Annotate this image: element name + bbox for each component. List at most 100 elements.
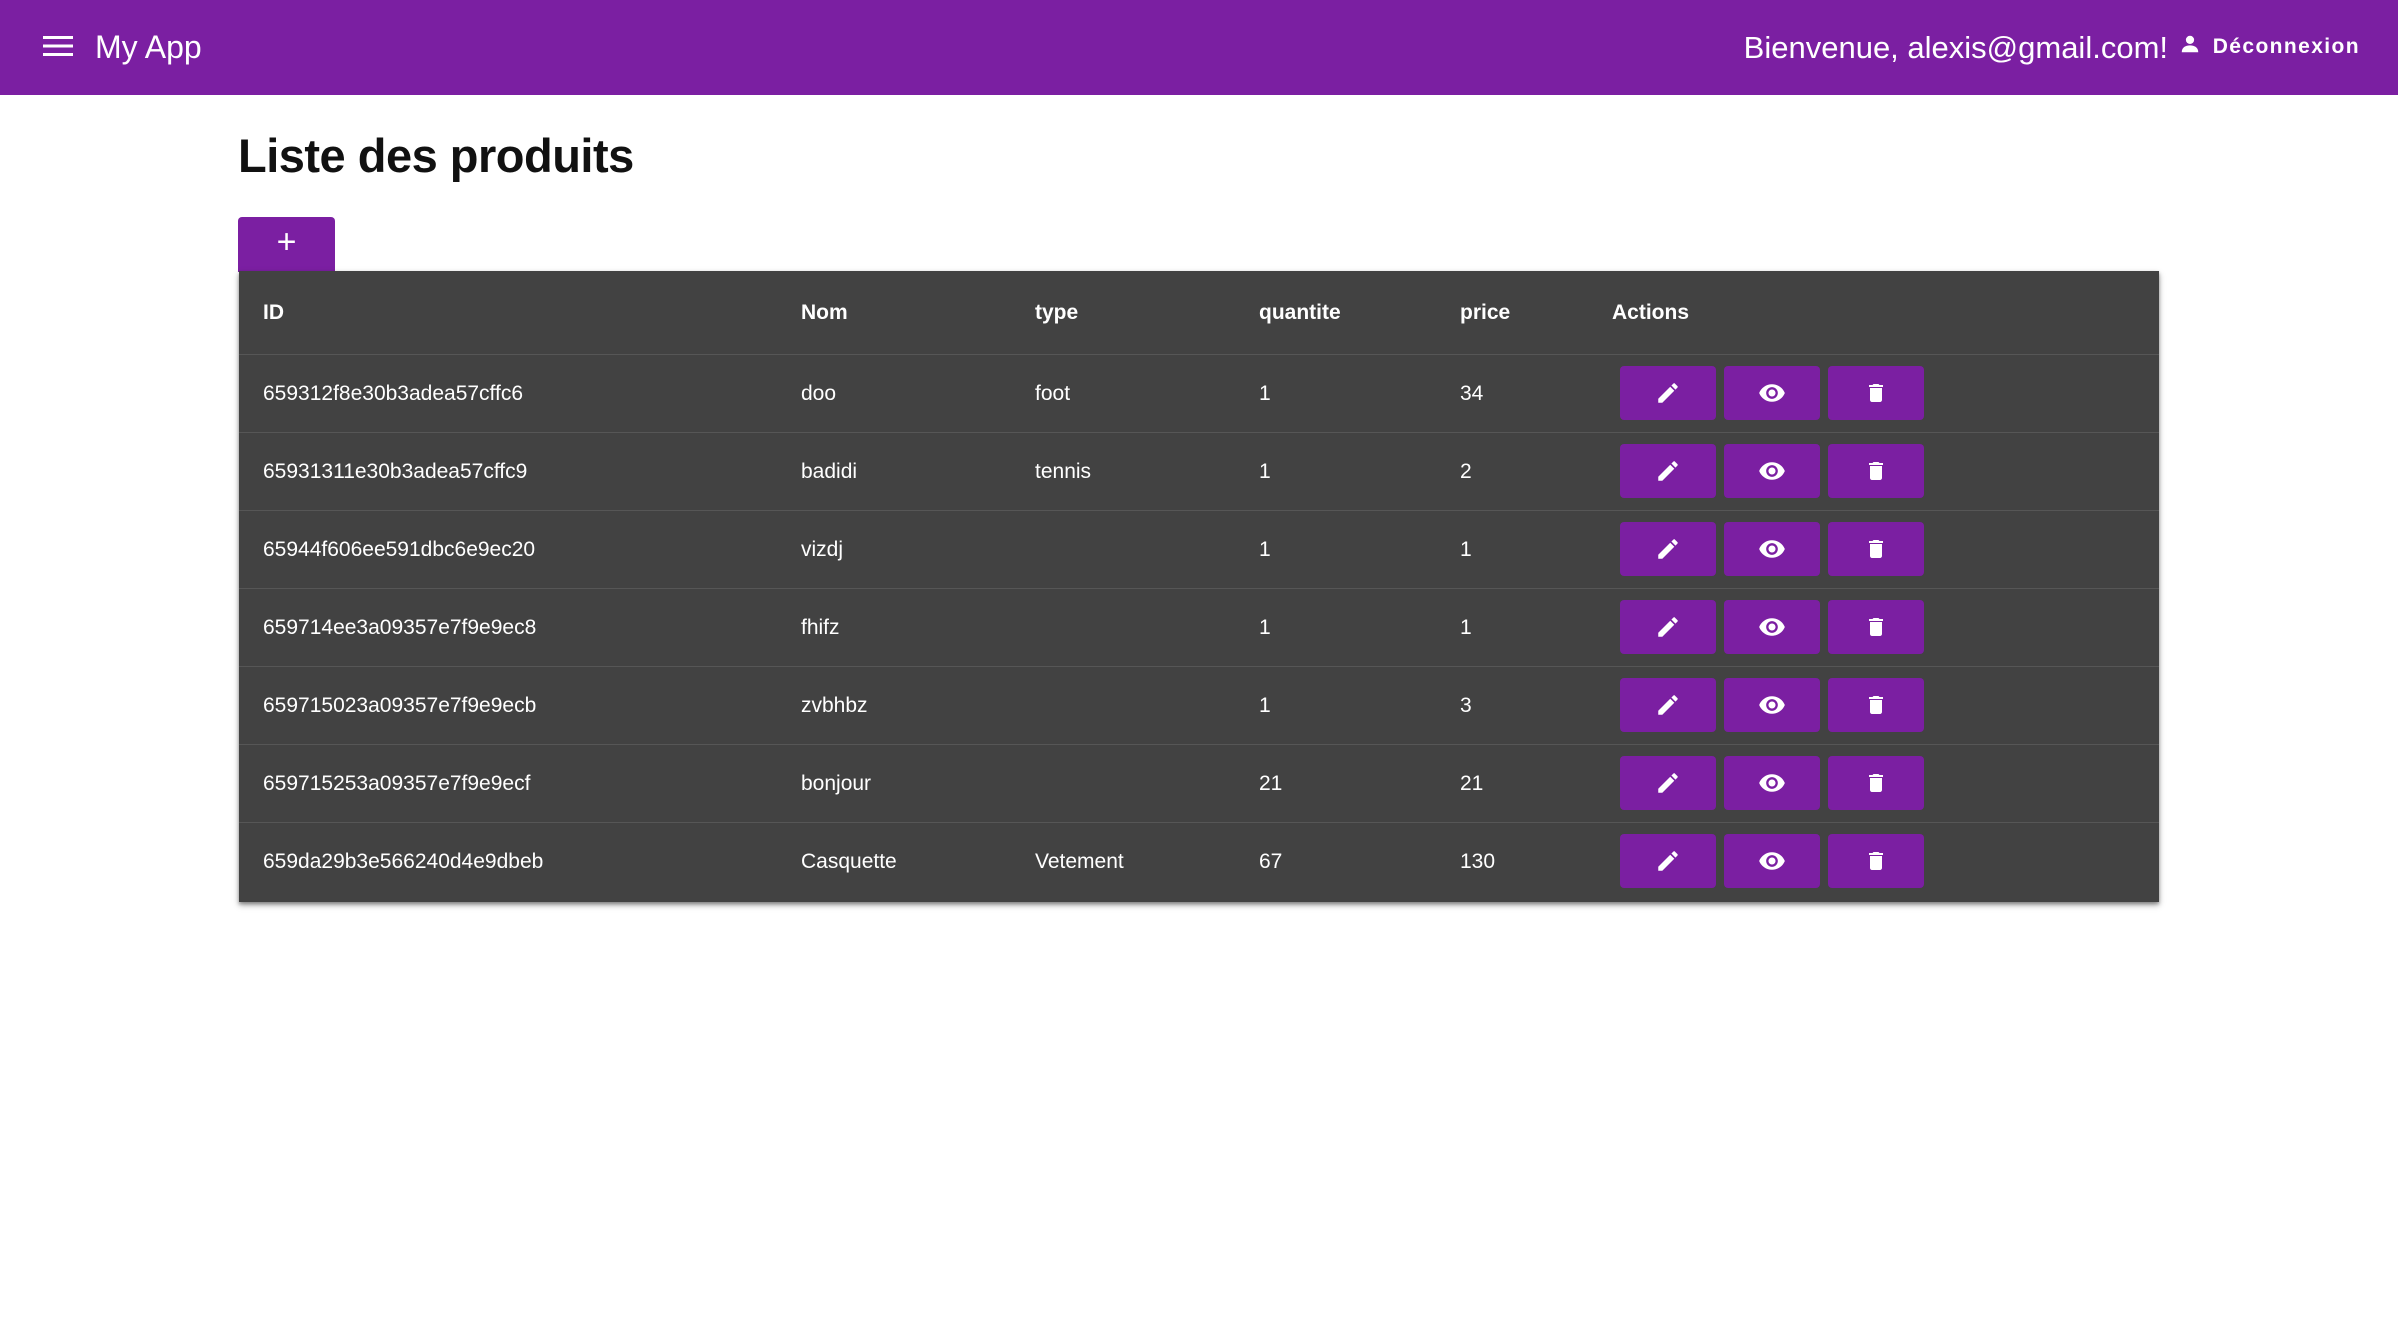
edit-icon bbox=[1655, 536, 1681, 562]
cell-price: 130 bbox=[1460, 850, 1496, 873]
edit-icon bbox=[1655, 614, 1681, 640]
delete-button[interactable] bbox=[1828, 366, 1924, 420]
row-actions bbox=[1620, 444, 1924, 498]
delete-button[interactable] bbox=[1828, 444, 1924, 498]
view-button[interactable] bbox=[1724, 444, 1820, 498]
edit-button[interactable] bbox=[1620, 522, 1716, 576]
app-title: My App bbox=[95, 29, 202, 65]
column-header-type: type bbox=[1035, 300, 1079, 324]
edit-icon bbox=[1655, 380, 1681, 406]
cell-nom: zvbhbz bbox=[801, 693, 868, 717]
cell-quantite: 21 bbox=[1259, 771, 1283, 795]
edit-button[interactable] bbox=[1620, 600, 1716, 654]
person-icon bbox=[2179, 33, 2201, 61]
cell-price: 3 bbox=[1460, 693, 1472, 717]
delete-icon bbox=[1864, 849, 1888, 873]
delete-button[interactable] bbox=[1828, 678, 1924, 732]
cell-price: 1 bbox=[1460, 537, 1472, 561]
cell-quantite: 67 bbox=[1259, 850, 1283, 873]
row-actions bbox=[1620, 522, 1924, 576]
cell-id: 65931311e30b3adea57cffc9 bbox=[263, 459, 528, 483]
cell-price: 2 bbox=[1460, 459, 1472, 483]
delete-button[interactable] bbox=[1828, 600, 1924, 654]
cell-nom: badidi bbox=[801, 459, 858, 483]
cell-id: 659715253a09357e7f9e9ecf bbox=[263, 771, 531, 795]
cell-id: 659715023a09357e7f9e9ecb bbox=[263, 693, 537, 717]
view-button[interactable] bbox=[1724, 834, 1820, 888]
cell-nom: vizdj bbox=[801, 537, 844, 561]
column-header-actions: Actions bbox=[1612, 300, 1690, 324]
view-button[interactable] bbox=[1724, 522, 1820, 576]
edit-button[interactable] bbox=[1620, 756, 1716, 810]
cell-price: 34 bbox=[1460, 381, 1484, 405]
view-button[interactable] bbox=[1724, 756, 1820, 810]
view-icon bbox=[1758, 535, 1786, 563]
table-row: 659715253a09357e7f9e9ecf bonjour 21 21 bbox=[239, 745, 2159, 823]
row-actions bbox=[1620, 600, 1924, 654]
cell-nom: doo bbox=[801, 381, 837, 405]
delete-icon bbox=[1864, 615, 1888, 639]
delete-icon bbox=[1864, 771, 1888, 795]
delete-button[interactable] bbox=[1828, 756, 1924, 810]
view-button[interactable] bbox=[1724, 678, 1820, 732]
cell-price: 21 bbox=[1460, 771, 1484, 795]
cell-quantite: 1 bbox=[1259, 693, 1271, 717]
view-icon bbox=[1758, 847, 1786, 875]
delete-button[interactable] bbox=[1828, 522, 1924, 576]
edit-icon bbox=[1655, 458, 1681, 484]
cell-type: tennis bbox=[1035, 459, 1092, 483]
view-icon bbox=[1758, 691, 1786, 719]
view-icon bbox=[1758, 379, 1786, 407]
column-header-quantite: quantite bbox=[1259, 300, 1341, 324]
row-actions bbox=[1620, 678, 1924, 732]
table-row: 659da29b3e566240d4e9dbeb Casquette Vetemen… bbox=[239, 823, 2159, 901]
table-header-row: ID Nom type quantite price Actions bbox=[239, 271, 2159, 355]
cell-id: 659da29b3e566240d4e9dbeb bbox=[263, 850, 544, 873]
cell-id: 659312f8e30b3adea57cffc6 bbox=[263, 381, 524, 405]
edit-icon bbox=[1655, 692, 1681, 718]
logout-label: Déconnexion bbox=[2212, 35, 2360, 58]
logout-button[interactable]: Déconnexion bbox=[2171, 26, 2368, 68]
page-title: Liste des produits bbox=[238, 129, 634, 182]
column-header-price: price bbox=[1460, 300, 1511, 324]
menu-button[interactable] bbox=[38, 28, 78, 68]
edit-icon bbox=[1655, 848, 1681, 874]
cell-id: 659714ee3a09357e7f9e9ec8 bbox=[263, 615, 537, 639]
edit-button[interactable] bbox=[1620, 678, 1716, 732]
menu-icon bbox=[43, 35, 73, 62]
delete-button[interactable] bbox=[1828, 834, 1924, 888]
edit-button[interactable] bbox=[1620, 366, 1716, 420]
table-row: 65944f606ee591dbc6e9ec20 vizdj 1 1 bbox=[239, 511, 2159, 589]
view-icon bbox=[1758, 613, 1786, 641]
cell-quantite: 1 bbox=[1259, 459, 1271, 483]
cell-quantite: 1 bbox=[1259, 381, 1271, 405]
column-header-id: ID bbox=[263, 300, 284, 324]
view-icon bbox=[1758, 457, 1786, 485]
cell-nom: Casquette bbox=[801, 850, 897, 873]
cell-quantite: 1 bbox=[1259, 615, 1271, 639]
delete-icon bbox=[1864, 537, 1888, 561]
cell-type: Vetement bbox=[1035, 850, 1124, 873]
cell-id: 65944f606ee591dbc6e9ec20 bbox=[263, 537, 536, 561]
cell-nom: fhifz bbox=[801, 615, 840, 639]
products-table: ID Nom type quantite price Actions 65931… bbox=[239, 271, 2159, 902]
delete-icon bbox=[1864, 693, 1888, 717]
view-button[interactable] bbox=[1724, 366, 1820, 420]
cell-price: 1 bbox=[1460, 615, 1472, 639]
welcome-message: Bienvenue, alexis@gmail.com! bbox=[1743, 30, 2168, 65]
edit-button[interactable] bbox=[1620, 444, 1716, 498]
cell-nom: bonjour bbox=[801, 771, 872, 795]
delete-icon bbox=[1864, 459, 1888, 483]
row-actions bbox=[1620, 366, 1924, 420]
cell-quantite: 1 bbox=[1259, 537, 1271, 561]
top-app-bar: My App Bienvenue, alexis@gmail.com! Déco… bbox=[0, 0, 2398, 95]
table-body: 659312f8e30b3adea57cffc6 doo foot 1 34 659313… bbox=[239, 355, 2159, 901]
delete-icon bbox=[1864, 381, 1888, 405]
table-row: 659312f8e30b3adea57cffc6 doo foot 1 34 bbox=[239, 355, 2159, 433]
edit-button[interactable] bbox=[1620, 834, 1716, 888]
table-row: 659715023a09357e7f9e9ecb zvbhbz 1 3 bbox=[239, 667, 2159, 745]
row-actions bbox=[1620, 756, 1924, 810]
view-icon bbox=[1758, 769, 1786, 797]
view-button[interactable] bbox=[1724, 600, 1820, 654]
add-product-button[interactable]: + bbox=[238, 217, 335, 272]
